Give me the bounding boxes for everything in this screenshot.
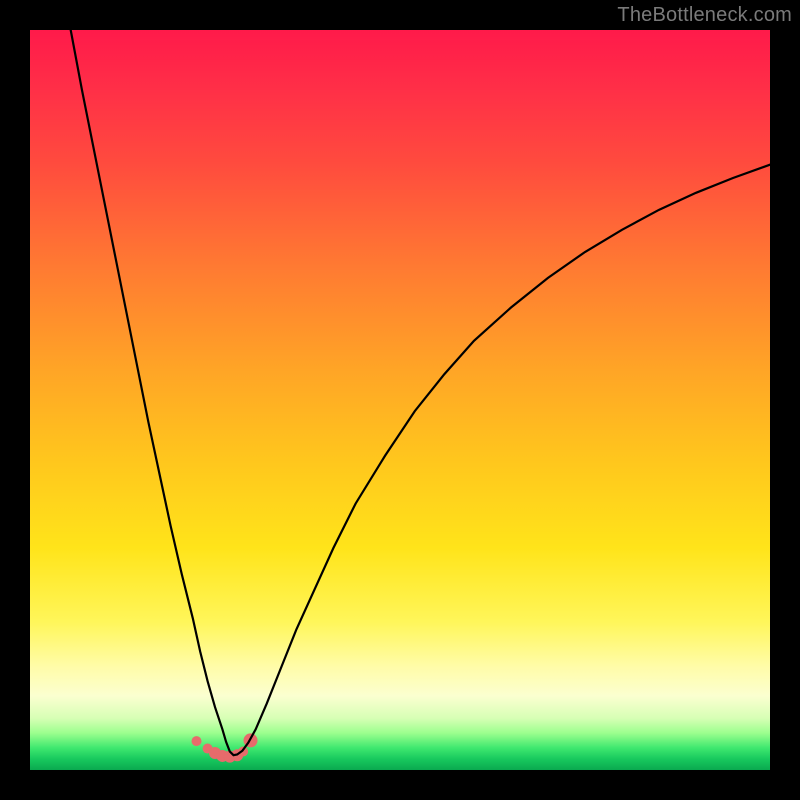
plot-area (30, 30, 770, 770)
chart-frame: TheBottleneck.com (0, 0, 800, 800)
bottleneck-curve (71, 30, 770, 755)
chart-svg (30, 30, 770, 770)
marker-point (192, 736, 202, 746)
watermark-text: TheBottleneck.com (617, 4, 792, 27)
